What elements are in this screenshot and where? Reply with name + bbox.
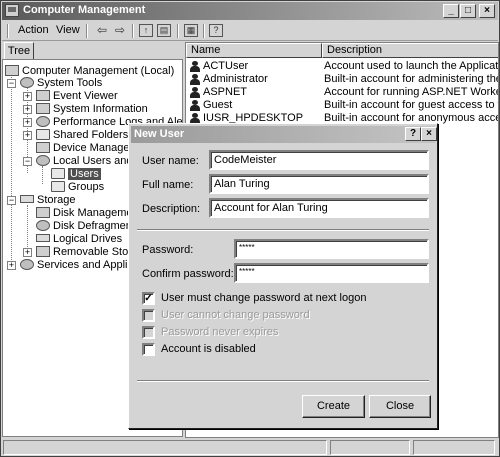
confirm-password-label: Confirm password: bbox=[142, 268, 234, 280]
user-icon bbox=[189, 74, 201, 85]
window-title: Computer Management bbox=[23, 4, 146, 16]
account-disabled-checkbox[interactable] bbox=[142, 343, 155, 356]
new-user-dialog: New User ? × User name: CodeMeister Full… bbox=[128, 123, 438, 429]
defrag-icon bbox=[36, 220, 50, 231]
folder-icon bbox=[51, 168, 65, 179]
toolbar-separator bbox=[132, 24, 134, 38]
tree-item-logical-drives[interactable]: Logical Drives bbox=[36, 233, 122, 246]
status-cell bbox=[3, 440, 327, 455]
tree-item-device-manager[interactable]: Device Manager bbox=[36, 142, 133, 155]
tree-connector bbox=[11, 74, 12, 270]
shared-folder-icon bbox=[36, 129, 50, 140]
dialog-title: New User bbox=[134, 128, 185, 140]
password-never-expires-checkbox bbox=[142, 326, 155, 339]
user-icon bbox=[189, 61, 201, 72]
event-viewer-icon bbox=[36, 90, 50, 101]
up-folder-icon[interactable]: ↑ bbox=[139, 24, 153, 37]
tab-tree[interactable]: Tree bbox=[4, 42, 34, 60]
user-name-field[interactable]: CodeMeister bbox=[209, 150, 429, 170]
toolbar-separator bbox=[203, 24, 205, 38]
expand-removable-storage[interactable]: + bbox=[23, 248, 32, 257]
performance-icon bbox=[36, 116, 50, 127]
menu-action[interactable]: Action bbox=[18, 24, 49, 36]
must-change-password-checkbox[interactable]: ✓ bbox=[142, 292, 155, 305]
help-icon[interactable]: ? bbox=[209, 24, 223, 37]
expand-system-information[interactable]: + bbox=[23, 105, 32, 114]
removable-storage-icon bbox=[36, 246, 50, 257]
expand-performance-logs[interactable]: + bbox=[23, 118, 32, 127]
toolbar-separator bbox=[86, 24, 88, 38]
list-item[interactable]: ACTUser Account used to launch the Appli… bbox=[186, 60, 498, 73]
toolbar-grip bbox=[7, 24, 9, 38]
dialog-titlebar[interactable]: New User ? × bbox=[131, 126, 437, 143]
user-name-label: User name: bbox=[142, 155, 199, 167]
tree-item-groups[interactable]: Groups bbox=[51, 181, 104, 194]
computer-icon bbox=[5, 65, 19, 76]
drive-icon bbox=[36, 234, 50, 242]
close-window-button[interactable]: × bbox=[479, 4, 495, 18]
tools-icon bbox=[20, 77, 34, 88]
disk-management-icon bbox=[36, 207, 50, 218]
expand-event-viewer[interactable]: + bbox=[23, 92, 32, 101]
description-label: Description: bbox=[142, 203, 201, 215]
password-label: Password: bbox=[142, 244, 194, 256]
tree-connector bbox=[42, 166, 43, 184]
minimize-button[interactable]: _ bbox=[443, 4, 459, 18]
window-titlebar[interactable]: Computer Management _ □ × bbox=[2, 2, 498, 20]
collapse-local-users-groups[interactable]: − bbox=[23, 157, 32, 166]
collapse-system-tools[interactable]: − bbox=[7, 79, 16, 88]
storage-icon bbox=[20, 195, 34, 203]
folder-icon bbox=[51, 181, 65, 192]
tree-tab-strip: Tree bbox=[2, 42, 182, 60]
column-header-name[interactable]: Name bbox=[186, 43, 322, 58]
description-field[interactable]: Account for Alan Turing bbox=[209, 198, 429, 218]
users-groups-icon bbox=[36, 155, 50, 166]
full-name-label: Full name: bbox=[142, 179, 194, 191]
info-icon bbox=[36, 103, 50, 114]
user-icon bbox=[189, 87, 201, 98]
status-bar bbox=[2, 439, 498, 456]
services-icon bbox=[20, 259, 34, 270]
help-button[interactable]: ? bbox=[405, 127, 421, 141]
tree-item-system-tools[interactable]: System Tools bbox=[20, 77, 102, 90]
password-field[interactable]: ***** bbox=[234, 239, 429, 259]
computer-management-window: Computer Management _ □ × Action View ⇦ … bbox=[0, 0, 500, 457]
cannot-change-password-checkbox bbox=[142, 309, 155, 322]
status-cell bbox=[413, 440, 495, 455]
tree-connector bbox=[27, 205, 28, 251]
toolbar-separator bbox=[177, 24, 179, 38]
tree-item-storage[interactable]: Storage bbox=[20, 194, 76, 207]
show-tree-icon[interactable]: ▤ bbox=[157, 24, 171, 37]
back-icon[interactable]: ⇦ bbox=[94, 23, 110, 38]
maximize-button[interactable]: □ bbox=[460, 4, 476, 18]
tree-item-shared-folders[interactable]: Shared Folders bbox=[36, 129, 128, 142]
status-cell bbox=[330, 440, 410, 455]
expand-services-applications[interactable]: + bbox=[7, 261, 16, 270]
full-name-field[interactable]: Alan Turing bbox=[209, 174, 429, 194]
tree-item-users[interactable]: Users bbox=[51, 168, 101, 181]
confirm-password-field[interactable]: ***** bbox=[234, 263, 429, 283]
close-dialog-button[interactable]: × bbox=[421, 127, 437, 141]
close-button[interactable]: Close bbox=[369, 395, 431, 418]
tree-item-disk-management[interactable]: Disk Management bbox=[36, 207, 142, 220]
menu-toolbar-bar: Action View ⇦ ⇨ ↑ ▤ ▦ ? bbox=[2, 21, 498, 41]
column-header-description[interactable]: Description bbox=[322, 43, 498, 58]
create-button[interactable]: Create bbox=[302, 395, 365, 418]
collapse-storage[interactable]: − bbox=[7, 196, 16, 205]
computer-management-icon bbox=[5, 4, 19, 17]
list-item[interactable]: ASPNET Account for running ASP.NET Worke… bbox=[186, 86, 498, 99]
properties-icon[interactable]: ▦ bbox=[184, 24, 198, 37]
forward-icon[interactable]: ⇨ bbox=[112, 23, 128, 38]
user-icon bbox=[189, 100, 201, 111]
tree-item-event-viewer[interactable]: Event Viewer bbox=[36, 90, 118, 103]
list-item[interactable]: Guest Built-in account for guest access … bbox=[186, 99, 498, 112]
list-item[interactable]: Administrator Built-in account for admin… bbox=[186, 73, 498, 86]
device-manager-icon bbox=[36, 142, 50, 153]
tree-item-system-information[interactable]: System Information bbox=[36, 103, 148, 116]
divider bbox=[137, 380, 429, 382]
menu-view[interactable]: View bbox=[56, 24, 80, 36]
expand-shared-folders[interactable]: + bbox=[23, 131, 32, 140]
divider bbox=[137, 229, 429, 231]
